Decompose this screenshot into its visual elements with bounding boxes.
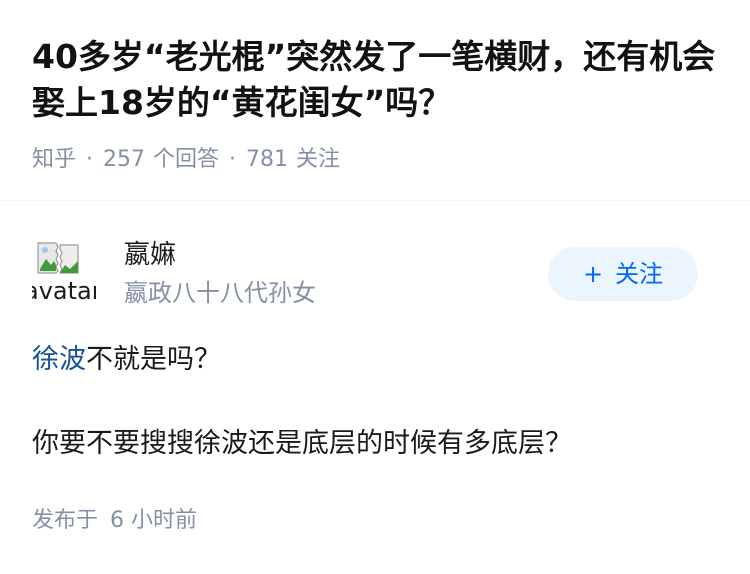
follow-button-label: 关注 xyxy=(615,260,664,288)
answer-count-label: 个回答 xyxy=(153,147,220,172)
answer-paragraph: 你要不要搜搜徐波还是底层的时候有多底层？ xyxy=(32,428,572,459)
separator-dot: · xyxy=(229,147,237,172)
avatar[interactable]: avatar xyxy=(32,239,96,303)
publish-time: 发布于 6 小时前 xyxy=(32,507,197,535)
mention-link[interactable]: 徐波 xyxy=(32,344,86,375)
question-meta: 知乎 · 257 个回答 · 781 关注 xyxy=(32,146,340,174)
plus-icon: + xyxy=(582,260,604,288)
publish-label: 发布于 xyxy=(32,508,99,533)
answer-paragraph: 徐波不就是吗？ xyxy=(32,343,221,377)
author-bio: 嬴政八十八代孙女 xyxy=(124,279,316,307)
separator-dot: · xyxy=(86,147,94,172)
follower-count-label: 关注 xyxy=(296,147,341,172)
follower-count: 781 xyxy=(246,147,289,172)
answer-card: avatar 嬴嫲 嬴政八十八代孙女 + 关注 徐波不就是吗？ 你要不要搜搜徐波还… xyxy=(0,201,750,574)
author-name[interactable]: 嬴嫲 xyxy=(124,239,176,271)
follow-button[interactable]: + 关注 xyxy=(548,247,698,301)
publish-time-value: 6 小时前 xyxy=(110,508,198,533)
question-header: 40多岁“老光棍”突然发了一笔横财，还有机会娶上18岁的“黄花闺女”吗？ 知乎 ·… xyxy=(0,0,750,200)
avatar-alt-text: avatar xyxy=(32,277,96,303)
question-title[interactable]: 40多岁“老光棍”突然发了一笔横财，还有机会娶上18岁的“黄花闺女”吗？ xyxy=(32,34,722,126)
source-label[interactable]: 知乎 xyxy=(32,147,76,172)
paragraph-text: 不就是吗？ xyxy=(86,344,221,375)
answer-count: 257 xyxy=(103,147,146,172)
